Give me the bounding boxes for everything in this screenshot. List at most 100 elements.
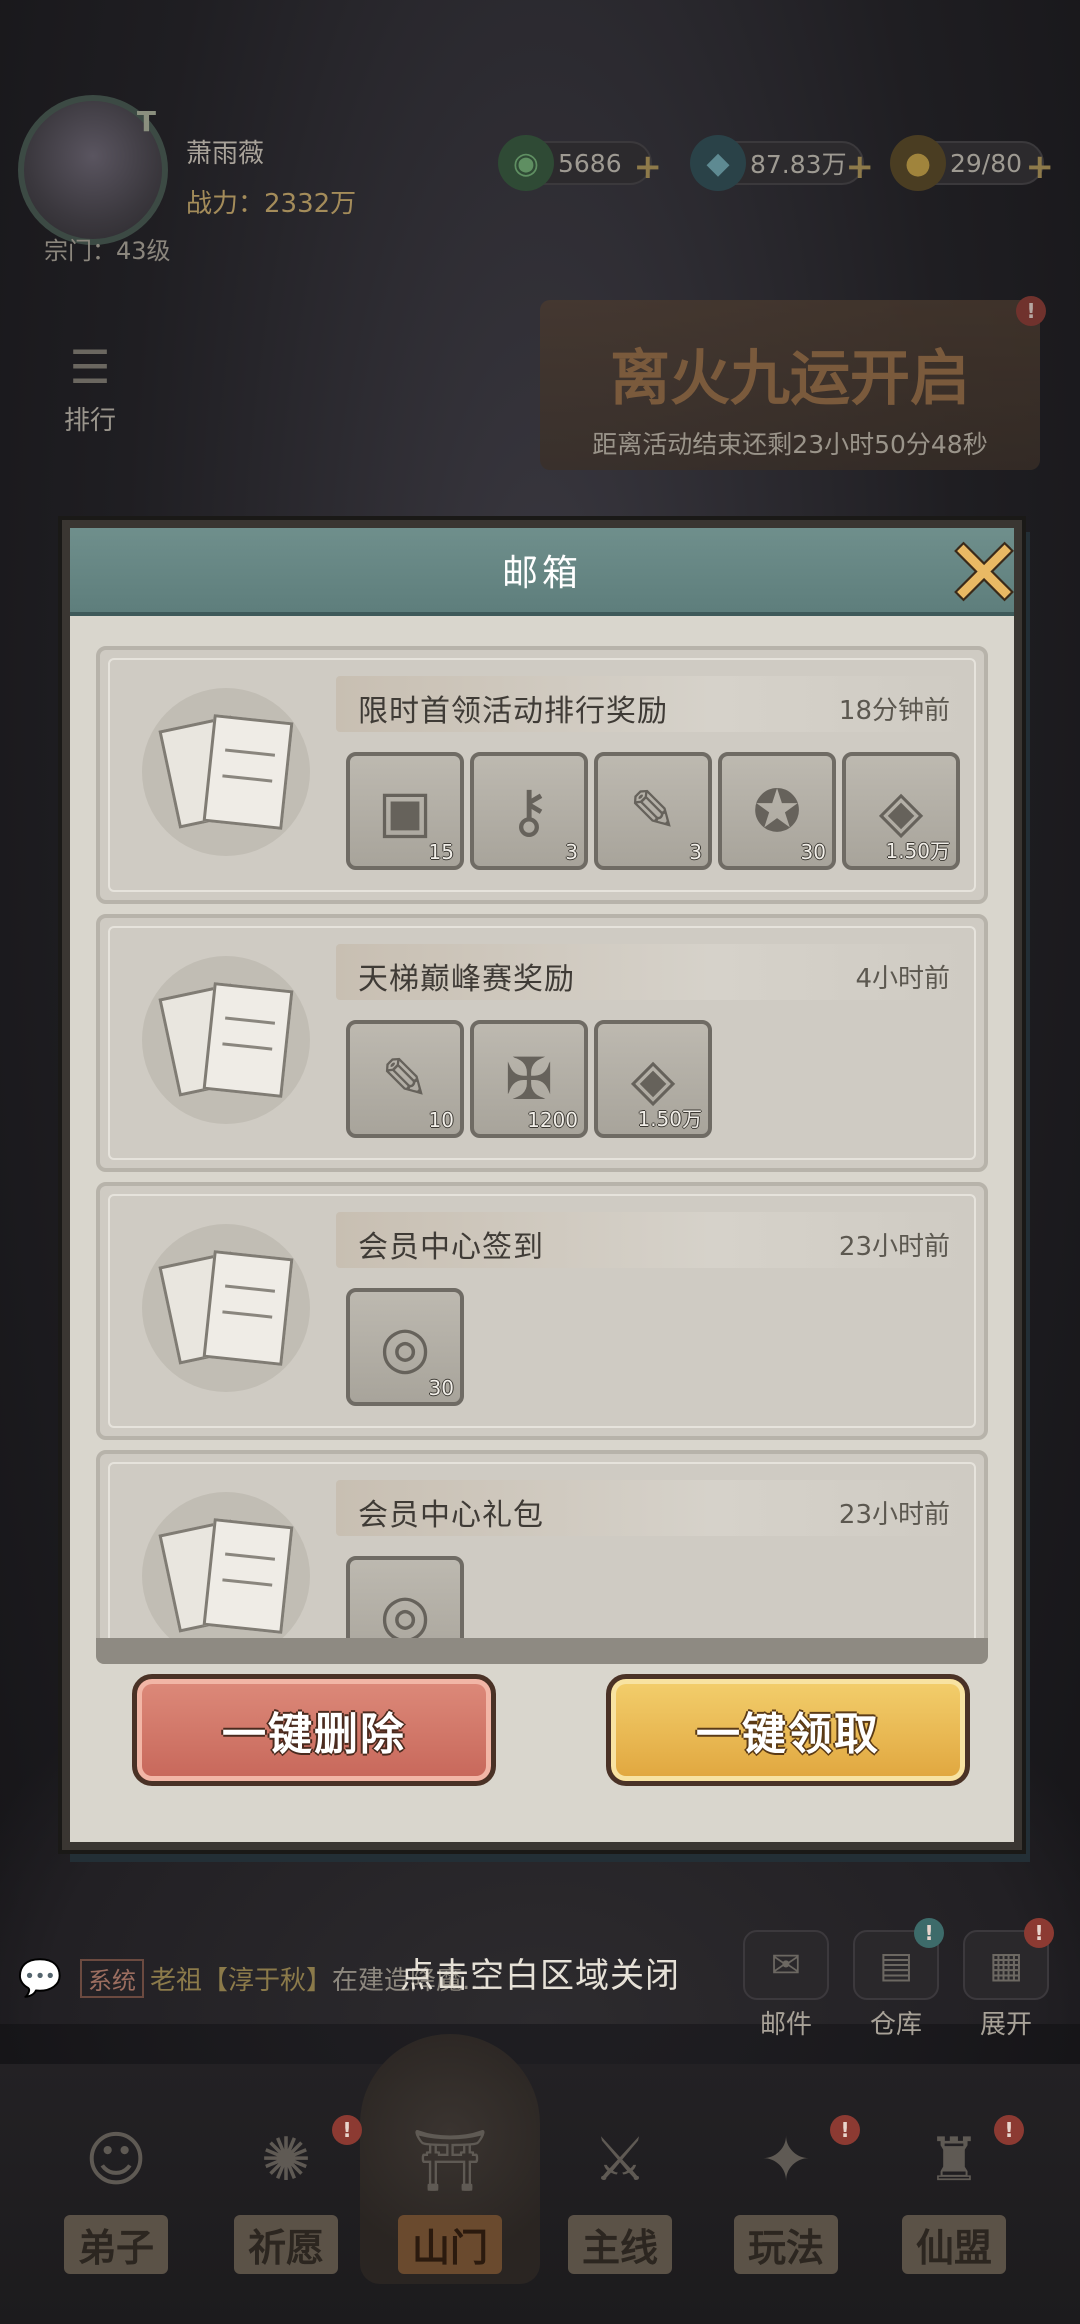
spirit-stone-icon: ◆ <box>690 135 746 191</box>
mail-title: 会员中心签到 <box>358 1230 544 1265</box>
sect-gate-icon: ⛩ <box>411 2125 489 2196</box>
resource-value: 29/80 <box>950 148 1023 178</box>
mail-icon: ✉ <box>743 1930 829 2000</box>
resource-value: 5686 <box>558 148 622 178</box>
nav-main-quest[interactable]: ⚔ 主线 <box>540 2105 700 2274</box>
alert-badge: ! <box>332 2115 362 2145</box>
dragon-coin-icon: ◎ <box>379 1581 431 1646</box>
reward-slot[interactable]: ◈ 1.50万 <box>594 1020 712 1138</box>
close-icon: ✕ <box>945 520 1023 627</box>
plus-icon[interactable]: + <box>634 147 663 187</box>
close-button[interactable]: ✕ <box>936 526 1032 622</box>
mail-title: 天梯巅峰赛奖励 <box>358 962 575 997</box>
reward-count: 30 <box>800 840 826 864</box>
mail-title: 限时首领活动排行奖励 <box>358 694 668 729</box>
dialog-title: 邮箱 <box>501 553 582 594</box>
expand-quick-button[interactable]: ▦ 展开 ! <box>958 1918 1054 2041</box>
reward-count: 3 <box>565 840 578 864</box>
reward-slot[interactable]: ◈ 1.50万 <box>842 752 960 870</box>
claim-all-button[interactable]: 一键领取 <box>606 1674 970 1786</box>
mail-time: 4小时前 <box>855 964 950 994</box>
alert-badge: ! <box>830 2115 860 2145</box>
notice-badge: ! <box>914 1918 944 1948</box>
resource-spirit-stone[interactable]: ◆ 87.83万 + <box>690 135 874 191</box>
ticket-icon: ✎ <box>380 1045 430 1113</box>
mail-time: 23小时前 <box>838 1500 950 1530</box>
alert-badge: ! <box>1016 296 1046 326</box>
nav-label: 玩法 <box>733 2215 838 2274</box>
ranking-button[interactable]: ☰ 排行 <box>40 340 140 437</box>
wish-icon: ✺ <box>260 2125 312 2195</box>
nav-disciple[interactable]: ☺ 弟子 <box>36 2105 196 2274</box>
event-banner-title: 离火九运开启 <box>610 344 970 414</box>
vip-badge: T <box>136 105 156 138</box>
reward-slot[interactable]: ✎ 10 <box>346 1020 464 1138</box>
scroll-ticket-icon: ✎ <box>628 777 678 845</box>
reward-slot[interactable]: ⚷ 3 <box>470 752 588 870</box>
player-name: 萧雨薇 <box>186 139 265 169</box>
jade-icon: ◉ <box>498 135 554 191</box>
mail-time: 23小时前 <box>838 1232 950 1262</box>
quick-label: 仓库 <box>869 2010 922 2040</box>
reward-row: ◎ <box>346 1556 464 1646</box>
quick-label: 邮件 <box>759 2010 812 2040</box>
letter-icon <box>142 688 310 856</box>
reward-slot[interactable]: ✪ 30 <box>718 752 836 870</box>
stamina-gourd-icon: ● <box>890 135 946 191</box>
spirit-ore-icon: ◈ <box>630 1045 676 1113</box>
resource-stamina[interactable]: ● 29/80 + <box>890 135 1054 191</box>
mail-quick-button[interactable]: ✉ 邮件 <box>738 1930 834 2041</box>
plus-icon[interactable]: + <box>846 147 875 187</box>
key-icon: ⚷ <box>507 777 551 845</box>
letter-icon <box>142 1224 310 1392</box>
treasure-chest-icon: ▣ <box>377 777 433 845</box>
plus-icon[interactable]: + <box>1026 147 1055 187</box>
letter-icon <box>142 1492 310 1646</box>
nav-label: 祈愿 <box>233 2215 338 2274</box>
nav-sect-gate[interactable]: ⛩ 山门 <box>370 2105 530 2274</box>
reward-slot[interactable]: ◎ 30 <box>346 1288 464 1406</box>
main-quest-icon: ⚔ <box>593 2125 647 2195</box>
reward-slot[interactable]: ▣ 15 <box>346 752 464 870</box>
reward-slot[interactable]: ◎ <box>346 1556 464 1646</box>
event-countdown: 距离活动结束还剩23小时50分48秒 <box>592 430 988 459</box>
reward-count: 10 <box>428 1108 454 1132</box>
alert-badge: ! <box>994 2115 1024 2145</box>
mail-item[interactable]: 会员中心签到 23小时前 ◎ 30 <box>96 1182 988 1440</box>
nav-alliance[interactable]: ♜ 仙盟 ! <box>874 2105 1034 2274</box>
mailbox-dialog: 邮箱 ✕ 限时首领活动排行奖励 18分钟前 ▣ 15 ⚷ 3 ✎ 3 ✪ 30 … <box>62 520 1023 1850</box>
mail-list[interactable]: 限时首领活动排行奖励 18分钟前 ▣ 15 ⚷ 3 ✎ 3 ✪ 30 ◈ 1.5… <box>96 646 988 1646</box>
reward-count: 15 <box>428 840 454 864</box>
ranking-label: 排行 <box>63 406 116 436</box>
sword-badge-icon: ✠ <box>504 1045 554 1113</box>
disciple-icon: ☺ <box>84 2125 148 2195</box>
delete-all-button[interactable]: 一键删除 <box>132 1674 496 1786</box>
reward-slot[interactable]: ✎ 3 <box>594 752 712 870</box>
nav-label: 山门 <box>397 2215 502 2274</box>
top-bar: T 萧雨薇 战力：2332万 宗门：43级 ◉ 5686 + ◆ 87.83万 … <box>0 95 1080 265</box>
nav-label: 弟子 <box>63 2215 168 2274</box>
nav-label: 主线 <box>567 2215 672 2274</box>
list-divider <box>96 1638 988 1664</box>
reward-row: ✎ 10 ✠ 1200 ◈ 1.50万 <box>346 1020 712 1138</box>
letter-icon <box>142 956 310 1124</box>
bottom-nav: ☺ 弟子 ✺ 祈愿 ! ⛩ 山门 ⚔ 主线 ✦ 玩法 ! ♜ 仙盟 ! <box>0 2034 1080 2324</box>
mail-title: 会员中心礼包 <box>358 1498 544 1533</box>
mail-item[interactable]: 天梯巅峰赛奖励 4小时前 ✎ 10 ✠ 1200 ◈ 1.50万 <box>96 914 988 1172</box>
player-power: 战力：2332万 <box>186 189 357 219</box>
mail-item[interactable]: 会员中心礼包 23小时前 ◎ <box>96 1450 988 1646</box>
mail-item[interactable]: 限时首领活动排行奖励 18分钟前 ▣ 15 ⚷ 3 ✎ 3 ✪ 30 ◈ 1.5… <box>96 646 988 904</box>
warehouse-quick-button[interactable]: ▤ 仓库 ! <box>848 1918 944 2041</box>
resource-jade[interactable]: ◉ 5686 + <box>498 135 662 191</box>
mail-time: 18分钟前 <box>838 696 950 726</box>
alert-badge: ! <box>1024 1918 1054 1948</box>
nav-gameplay[interactable]: ✦ 玩法 ! <box>706 2105 866 2274</box>
reward-row: ◎ 30 <box>346 1288 464 1406</box>
reward-count: 1.50万 <box>885 839 950 863</box>
reward-count: 1.50万 <box>637 1107 702 1131</box>
avatar[interactable]: T <box>18 95 168 245</box>
reward-slot[interactable]: ✠ 1200 <box>470 1020 588 1138</box>
nav-wish[interactable]: ✺ 祈愿 ! <box>206 2105 366 2274</box>
star-coin-icon: ✪ <box>752 777 802 845</box>
dragon-coin-icon: ◎ <box>379 1313 431 1381</box>
